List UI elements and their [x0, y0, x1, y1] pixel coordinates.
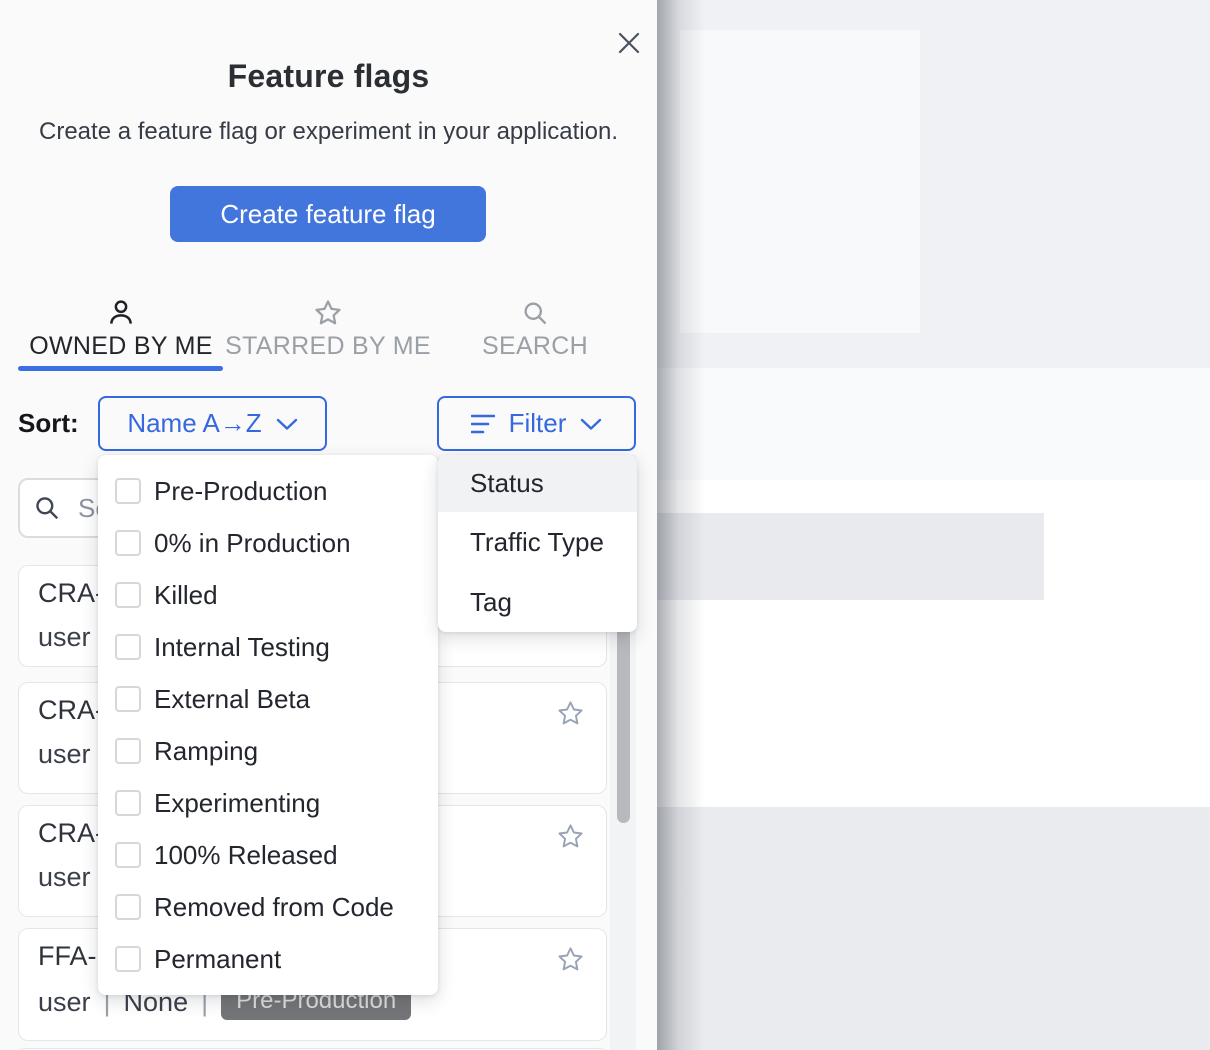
- sort-value: Name A→Z: [127, 408, 261, 439]
- chevron-down-icon: [580, 417, 602, 431]
- background-page: [657, 0, 1210, 1050]
- flag-name: FFA-: [38, 941, 97, 972]
- page-subtitle: Create a feature flag or experiment in y…: [0, 118, 657, 146]
- skeleton-block-bottom: [657, 807, 1210, 1050]
- checkbox[interactable]: [115, 894, 141, 920]
- menu-item-pre-production[interactable]: Pre-Production: [98, 465, 438, 517]
- scrollbar-thumb[interactable]: [617, 600, 630, 823]
- create-feature-flag-button[interactable]: Create feature flag: [170, 186, 486, 242]
- checkbox[interactable]: [115, 842, 141, 868]
- traffic-type: user: [38, 987, 91, 1018]
- skeleton-block-panel: [680, 30, 920, 333]
- flag-name: CRA-: [38, 818, 104, 849]
- menu-item-0-in-production[interactable]: 0% in Production: [98, 517, 438, 569]
- menu-item-external-beta[interactable]: External Beta: [98, 673, 438, 725]
- close-icon[interactable]: [616, 30, 642, 56]
- filter-icon: [471, 411, 495, 437]
- tab-owned-by-me-label: OWNED BY ME: [11, 332, 231, 361]
- menu-item-killed[interactable]: Killed: [98, 569, 438, 621]
- filter-label: Filter: [509, 408, 567, 439]
- flag-name: CRA-: [38, 695, 104, 726]
- flag-meta: user: [38, 622, 91, 653]
- checkbox[interactable]: [115, 530, 141, 556]
- active-tab-underline: [18, 366, 223, 371]
- menu-item-status[interactable]: Status: [438, 455, 637, 512]
- checkbox[interactable]: [115, 738, 141, 764]
- tab-starred-by-me-label: STARRED BY ME: [218, 332, 438, 361]
- person-icon: [11, 297, 231, 329]
- star-icon[interactable]: [556, 822, 585, 851]
- checkbox[interactable]: [115, 686, 141, 712]
- tab-search-label: SEARCH: [425, 332, 645, 361]
- sort-label: Sort:: [18, 408, 79, 439]
- tab-starred-by-me[interactable]: STARRED BY ME: [218, 297, 438, 361]
- drawer-shadow: [657, 0, 705, 1050]
- status-filter-menu: Pre-Production 0% in Production Killed I…: [98, 455, 438, 995]
- menu-item-traffic-type[interactable]: Traffic Type: [438, 512, 637, 572]
- search-icon: [425, 297, 645, 329]
- menu-item-100-released[interactable]: 100% Released: [98, 829, 438, 881]
- checkbox[interactable]: [115, 478, 141, 504]
- checkbox[interactable]: [115, 790, 141, 816]
- tab-owned-by-me[interactable]: OWNED BY ME: [11, 297, 231, 361]
- flag-meta: user: [38, 862, 91, 893]
- menu-item-experimenting[interactable]: Experimenting: [98, 777, 438, 829]
- tab-search[interactable]: SEARCH: [425, 297, 645, 361]
- skeleton-block-band: [657, 368, 1210, 480]
- star-icon[interactable]: [556, 945, 585, 974]
- checkbox[interactable]: [115, 946, 141, 972]
- menu-item-ramping[interactable]: Ramping: [98, 725, 438, 777]
- star-icon: [218, 297, 438, 329]
- star-icon[interactable]: [556, 699, 585, 728]
- checkbox[interactable]: [115, 582, 141, 608]
- filter-dropdown-button[interactable]: Filter: [437, 396, 636, 451]
- menu-item-internal-testing[interactable]: Internal Testing: [98, 621, 438, 673]
- feature-flags-drawer: Feature flags Create a feature flag or e…: [0, 0, 657, 1050]
- flag-name: CRA-: [38, 578, 104, 609]
- menu-item-permanent[interactable]: Permanent: [98, 933, 438, 985]
- page-title: Feature flags: [0, 58, 657, 95]
- menu-item-tag[interactable]: Tag: [438, 572, 637, 632]
- menu-item-removed-from-code[interactable]: Removed from Code: [98, 881, 438, 933]
- filter-category-menu: Status Traffic Type Tag: [438, 455, 637, 632]
- skeleton-block-row: [657, 513, 1044, 600]
- chevron-down-icon: [276, 417, 298, 431]
- checkbox[interactable]: [115, 634, 141, 660]
- flag-meta: user: [38, 739, 91, 770]
- sort-dropdown-button[interactable]: Name A→Z: [98, 396, 327, 451]
